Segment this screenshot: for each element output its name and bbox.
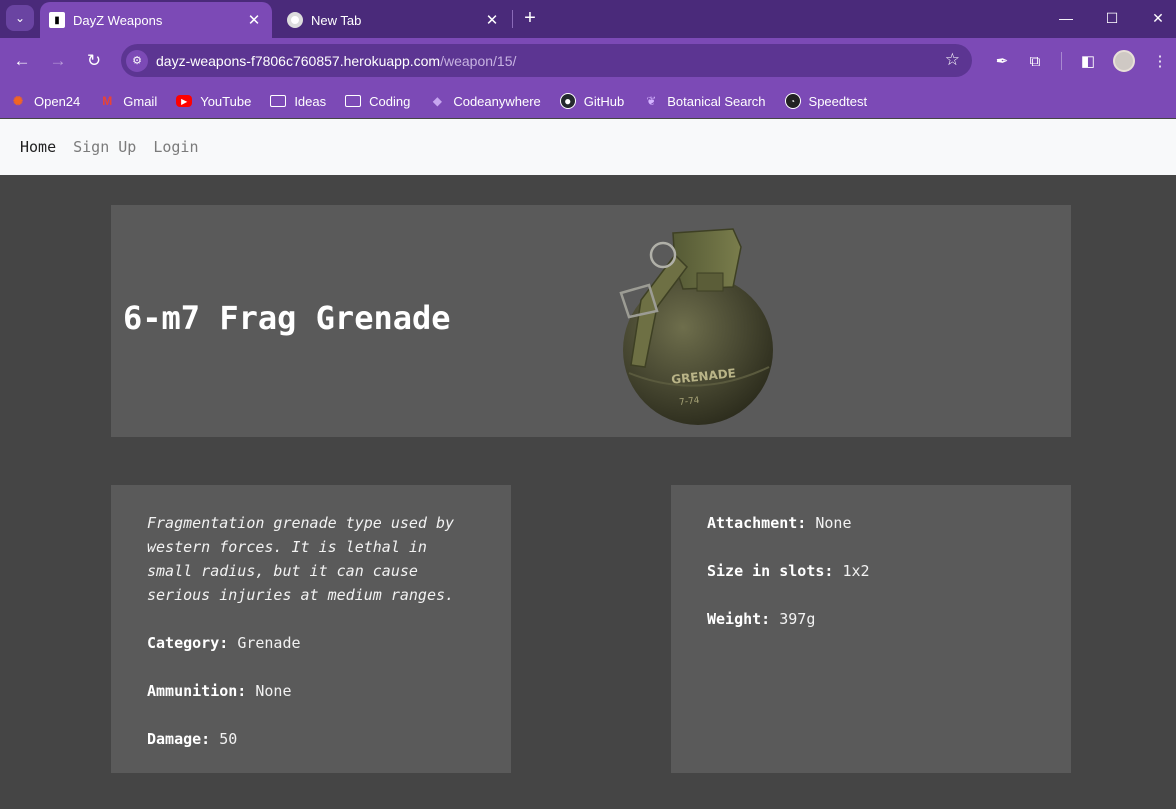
ammunition-row: Ammunition: None (147, 679, 475, 703)
folder-icon (345, 95, 362, 107)
weight-row: Weight: 397g (707, 607, 1035, 631)
tab-new-tab[interactable]: New Tab ✕ (278, 2, 510, 38)
bookmarks-bar: ✺ Open24 M Gmail ▶ YouTube Ideas Coding ◆ Co… (0, 84, 1176, 118)
arrow-right-icon: → (49, 51, 67, 70)
bookmark-label: Open24 (34, 93, 81, 109)
tab-dayz-weapons[interactable]: ▮ DayZ Weapons ✕ (40, 2, 272, 38)
minimize-icon: — (1059, 10, 1073, 26)
weapon-description-card: Fragmentation grenade type used by weste… (111, 485, 511, 773)
damage-label: Damage: (147, 730, 211, 748)
reload-button[interactable]: ↻ (81, 48, 107, 74)
bookmark-label: Gmail (123, 93, 158, 109)
youtube-icon: ▶ (176, 95, 193, 107)
browser-toolbar: ← → ↻ ⚙ dayz-weapons-f7806c760857.heroku… (0, 38, 1176, 84)
bookmark-youtube[interactable]: ▶ YouTube (176, 94, 251, 109)
reload-icon: ↻ (86, 51, 102, 70)
plus-icon: + (524, 6, 536, 29)
nav-login-link[interactable]: Login (153, 138, 198, 156)
nav-signup-link[interactable]: Sign Up (73, 138, 136, 156)
botanical-icon: ❦ (646, 94, 657, 108)
bookmark-gmail[interactable]: M Gmail (99, 93, 157, 109)
grenade-image: GRENADE 7-74 (619, 228, 773, 425)
extensions-puzzle-icon[interactable]: ⧉ (1024, 50, 1046, 72)
attachment-row: Attachment: None (707, 511, 1035, 535)
bookmark-github[interactable]: ● GitHub (559, 93, 625, 109)
category-row: Category: Grenade (147, 631, 475, 655)
size-row: Size in slots: 1x2 (707, 559, 1035, 583)
bookmark-label: YouTube (200, 93, 252, 109)
category-value: Grenade (237, 634, 301, 652)
tab-title: New Tab (311, 12, 362, 28)
bookmark-label: Coding (369, 93, 411, 109)
weight-label: Weight: (707, 610, 771, 628)
maximize-button[interactable]: ☐ (1089, 4, 1135, 32)
profile-avatar[interactable] (1113, 50, 1135, 72)
weight-value: 397g (779, 610, 816, 628)
bookmark-ideas[interactable]: Ideas (270, 94, 326, 109)
close-window-button[interactable]: ✕ (1135, 4, 1176, 32)
bookmark-star-icon[interactable]: ☆ (945, 50, 960, 70)
weapon-title: 6-m7 Frag Grenade (123, 299, 451, 337)
chrome-icon (287, 12, 303, 28)
open24-icon: ✺ (12, 94, 24, 108)
url-host: dayz-weapons-f7806c760857.herokuapp.com (156, 52, 441, 69)
codeanywhere-icon: ◆ (432, 94, 442, 108)
github-icon: ● (559, 93, 576, 109)
bookmark-label: Botanical Search (667, 93, 766, 109)
size-value: 1x2 (842, 562, 870, 580)
damage-row: Damage: 50 (147, 727, 475, 751)
weapon-description: Fragmentation grenade type used by weste… (147, 514, 455, 604)
weapon-specs-card: Attachment: None Size in slots: 1x2 Weig… (671, 485, 1071, 773)
gmail-icon: M (102, 94, 113, 108)
attachment-value: None (815, 514, 852, 532)
bookmark-open24[interactable]: ✺ Open24 (10, 93, 80, 109)
tab-divider (512, 10, 513, 28)
bookmark-label: Ideas (294, 93, 327, 109)
attachment-label: Attachment: (707, 514, 807, 532)
size-label: Size in slots: (707, 562, 834, 580)
back-button[interactable]: ← (9, 48, 35, 74)
bookmark-coding[interactable]: Coding (345, 94, 410, 109)
nav-home-link[interactable]: Home (20, 138, 56, 156)
close-icon[interactable]: ✕ (482, 10, 502, 30)
bookmark-botanical-search[interactable]: ❦ Botanical Search (643, 93, 765, 109)
menu-dots-icon[interactable]: ⋮ (1149, 50, 1171, 72)
side-panel-icon[interactable]: ◧ (1077, 50, 1099, 72)
extension-icon[interactable]: ✒ (991, 50, 1013, 72)
forward-button[interactable]: → (45, 48, 71, 74)
new-tab-button[interactable]: + (518, 6, 542, 30)
tab-strip: ⌄ ▮ DayZ Weapons ✕ New Tab ✕ + — ☐ ✕ (0, 0, 1176, 38)
site-info-icon[interactable]: ⚙ (126, 49, 148, 72)
bookmark-label: Codeanywhere (453, 93, 541, 109)
toolbar-divider (1061, 52, 1062, 70)
bookmark-label: Speedtest (808, 93, 868, 109)
ammunition-label: Ammunition: (147, 682, 247, 700)
category-label: Category: (147, 634, 229, 652)
maximize-icon: ☐ (1105, 9, 1119, 26)
site-navbar: Home Sign Up Login (0, 119, 1176, 175)
damage-value: 50 (219, 730, 238, 748)
url-path: /weapon/15/ (440, 52, 517, 69)
minimize-button[interactable]: — (1043, 4, 1089, 32)
chevron-down-icon: ⌄ (14, 11, 26, 25)
speedtest-icon: ◔ (784, 93, 801, 109)
dayz-favicon-icon: ▮ (49, 12, 65, 28)
weapon-header: 6-m7 Frag Grenade GRENADE 7-74 (111, 205, 1071, 437)
close-icon[interactable]: ✕ (244, 10, 264, 30)
close-icon: ✕ (1152, 9, 1164, 26)
ammunition-value: None (255, 682, 292, 700)
bookmark-speedtest[interactable]: ◔ Speedtest (784, 93, 868, 109)
folder-icon (270, 95, 287, 107)
bookmark-codeanywhere[interactable]: ◆ Codeanywhere (429, 93, 541, 109)
tab-title: DayZ Weapons (73, 12, 163, 28)
bookmark-label: GitHub (583, 93, 625, 109)
address-bar[interactable]: ⚙ dayz-weapons-f7806c760857.herokuapp.co… (121, 44, 972, 77)
tab-search-button[interactable]: ⌄ (6, 5, 34, 31)
arrow-left-icon: ← (13, 51, 31, 70)
